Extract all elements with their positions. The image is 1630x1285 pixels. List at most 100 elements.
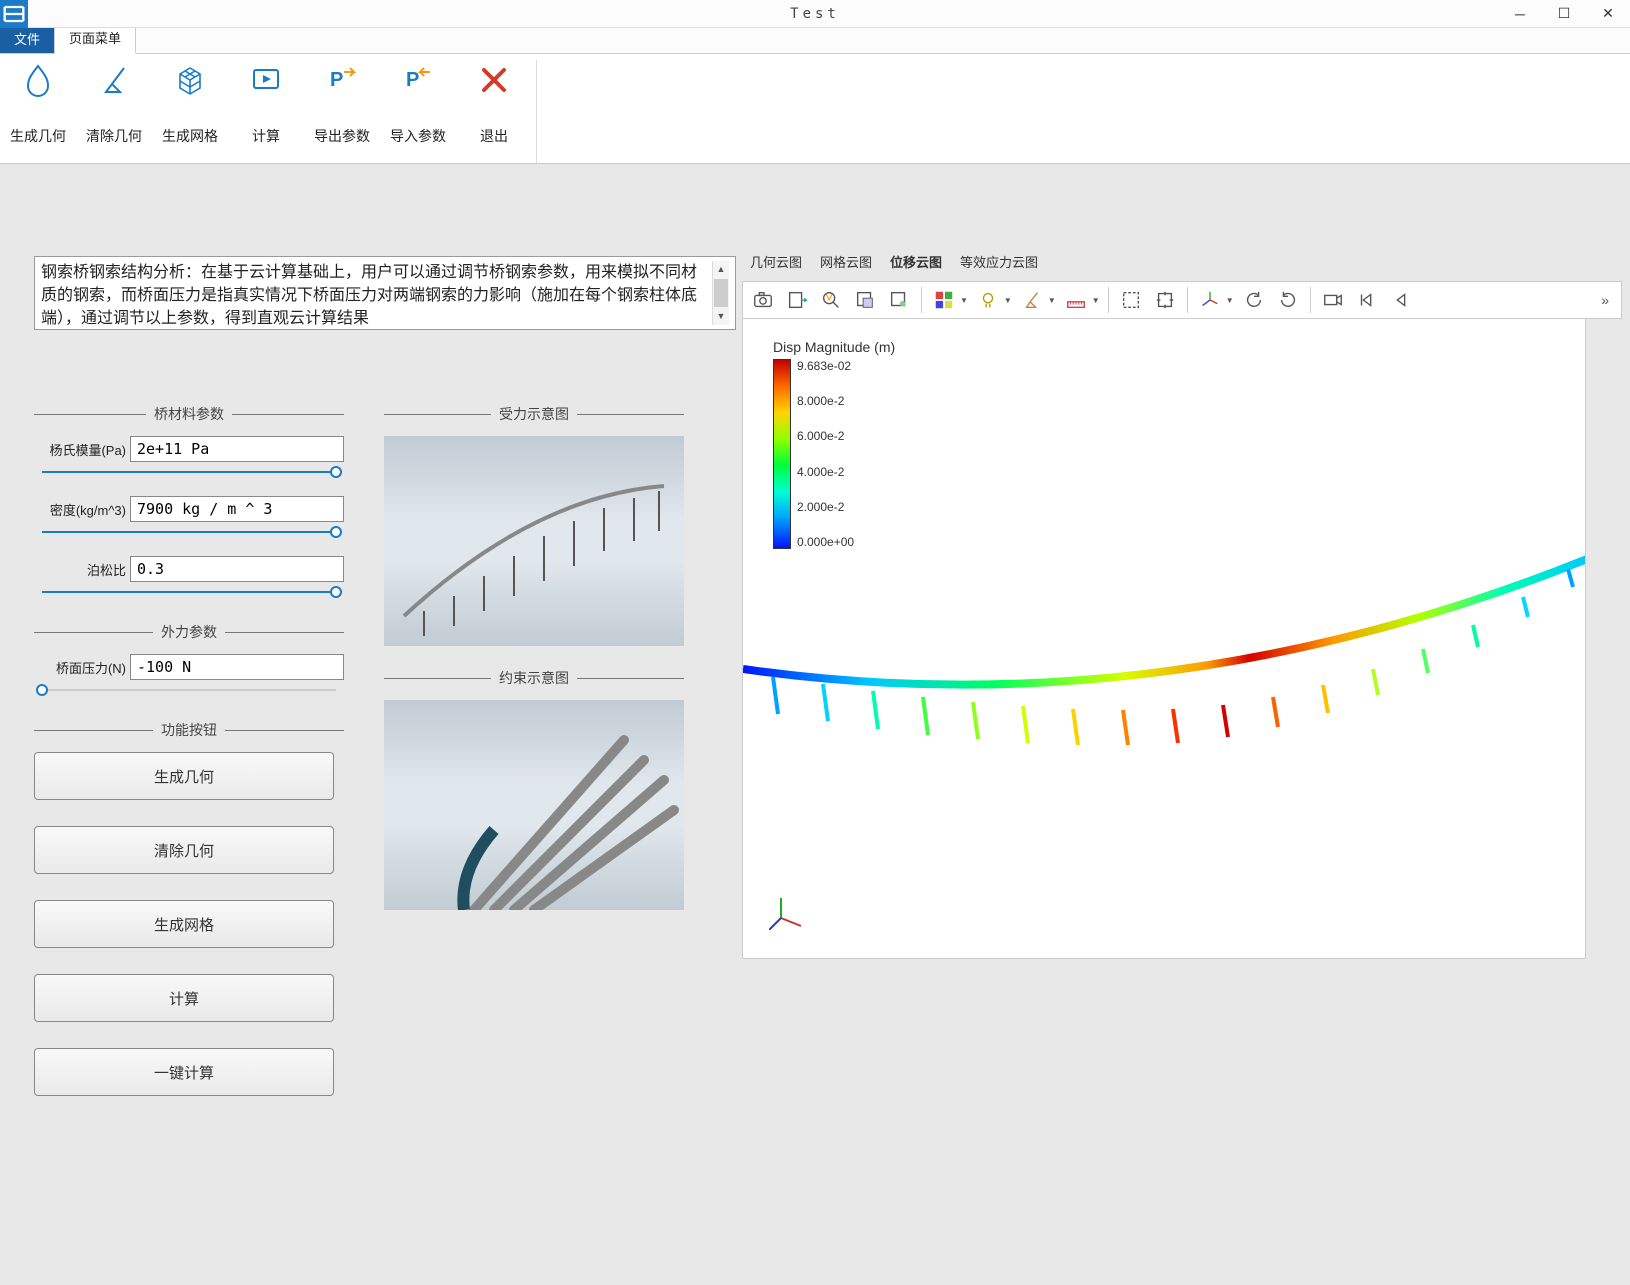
svg-text:P: P [330, 69, 343, 91]
ruler-icon[interactable] [1060, 285, 1092, 315]
dropdown-icon[interactable]: ▼ [1092, 296, 1100, 305]
camera-icon[interactable] [747, 285, 779, 315]
ribbon-gen-mesh-label: 生成网格 [162, 126, 218, 146]
rotate-cw-icon[interactable] [1272, 285, 1304, 315]
scroll-thumb[interactable] [714, 279, 728, 307]
svg-text:P: P [406, 69, 419, 91]
ribbon-exit[interactable]: 退出 [456, 60, 532, 163]
pressure-label: 桥面压力(N) [34, 658, 126, 677]
ribbon-clear-geom-label: 清除几何 [86, 126, 142, 146]
skip-back-icon[interactable] [1351, 285, 1383, 315]
constraint-diagram-title: 约束示意图 [499, 668, 569, 688]
axes-icon[interactable] [1194, 285, 1226, 315]
brush-icon [94, 60, 134, 100]
select-cell-icon[interactable] [849, 285, 881, 315]
description-text: 钢索桥钢索结构分析：在基于云计算基础上，用户可以通过调节桥钢索参数，用来模拟不同… [41, 261, 712, 325]
parameters-panel: 桥材料参数 杨氏模量(Pa) 密度(kg/m^3) [34, 382, 344, 1122]
scroll-down-icon[interactable]: ▼ [713, 308, 729, 325]
toolbar-overflow-icon[interactable]: » [1593, 292, 1617, 308]
ribbon-gen-geom[interactable]: 生成几何 [0, 60, 76, 163]
viz-toolbar: ▼ ▼ ▼ ▼ ▼ » [742, 281, 1622, 319]
viz-tab-stress[interactable]: 等效应力云图 [960, 252, 1038, 275]
calc-button[interactable]: 计算 [34, 974, 334, 1022]
box-select-icon[interactable] [1115, 285, 1147, 315]
toolbar-separator [1108, 287, 1109, 313]
dropdown-icon[interactable]: ▼ [960, 296, 968, 305]
force-params-fieldset: 外力参数 桥面压力(N) [34, 622, 344, 698]
export-icon: P [322, 60, 362, 100]
ribbon-clear-geom[interactable]: 清除几何 [76, 60, 152, 163]
ribbon-import-params-label: 导入参数 [390, 126, 446, 146]
gen-mesh-button[interactable]: 生成网格 [34, 900, 334, 948]
description-box: 钢索桥钢索结构分析：在基于云计算基础上，用户可以通过调节桥钢索参数，用来模拟不同… [34, 256, 736, 330]
density-label: 密度(kg/m^3) [34, 500, 126, 519]
fit-view-icon[interactable] [1149, 285, 1181, 315]
constraint-diagram-preview [384, 700, 684, 910]
density-slider[interactable] [42, 524, 336, 540]
viz-tab-displacement[interactable]: 位移云图 [890, 252, 942, 275]
poisson-slider[interactable] [42, 584, 336, 600]
constraint-diagram-fieldset: 约束示意图 [384, 668, 684, 910]
toolbar-separator [921, 287, 922, 313]
droplet-icon [18, 60, 58, 100]
material-params-title: 桥材料参数 [154, 404, 224, 424]
pressure-input[interactable] [130, 654, 344, 680]
left-panel: 钢索桥钢索结构分析：在基于云计算基础上，用户可以通过调节桥钢索参数，用来模拟不同… [0, 164, 742, 1285]
ribbon-import-params[interactable]: P 导入参数 [380, 60, 456, 163]
one-click-calc-button[interactable]: 一键计算 [34, 1048, 334, 1096]
ribbon-toolbar: 生成几何 清除几何 生成网格 计算 P 导出参数 P 导入参数 退出 [0, 54, 1630, 164]
density-input[interactable] [130, 496, 344, 522]
window-titlebar: Test ─ ☐ ✕ [0, 0, 1630, 28]
menu-tabbar: 文件 页面菜单 [0, 28, 1630, 54]
ribbon-gen-geom-label: 生成几何 [10, 126, 66, 146]
maximize-button[interactable]: ☐ [1542, 0, 1586, 28]
pressure-slider[interactable] [42, 682, 336, 698]
clear-geom-button[interactable]: 清除几何 [34, 826, 334, 874]
visualization-panel: 几何云图 网格云图 位移云图 等效应力云图 ▼ ▼ ▼ ▼ ▼ [742, 164, 1630, 1285]
lighting-icon[interactable] [972, 285, 1004, 315]
viz-tab-mesh[interactable]: 网格云图 [820, 252, 872, 275]
brush-toolbar-icon[interactable] [1016, 285, 1048, 315]
ribbon-export-params[interactable]: P 导出参数 [304, 60, 380, 163]
function-buttons-fieldset: 功能按钮 生成几何 清除几何 生成网格 计算 一键计算 [34, 720, 344, 1096]
select-point-icon[interactable] [883, 285, 915, 315]
material-params-fieldset: 桥材料参数 杨氏模量(Pa) 密度(kg/m^3) [34, 404, 344, 600]
ribbon-exit-label: 退出 [480, 126, 508, 146]
x-icon [474, 60, 514, 100]
play-icon [246, 60, 286, 100]
viz-canvas[interactable]: Disp Magnitude (m) 9.683e-02 8.000e-2 6.… [742, 319, 1586, 959]
youngs-modulus-label: 杨氏模量(Pa) [34, 440, 126, 459]
force-diagram-fieldset: 受力示意图 [384, 404, 684, 646]
save-image-icon[interactable] [781, 285, 813, 315]
orientation-triad-icon [769, 890, 809, 930]
poisson-input[interactable] [130, 556, 344, 582]
import-icon: P [398, 60, 438, 100]
viz-tab-geometry[interactable]: 几何云图 [750, 252, 802, 275]
play-back-icon[interactable] [1385, 285, 1417, 315]
representation-icon[interactable] [928, 285, 960, 315]
ribbon-gen-mesh[interactable]: 生成网格 [152, 60, 228, 163]
ribbon-calc[interactable]: 计算 [228, 60, 304, 163]
youngs-modulus-slider[interactable] [42, 464, 336, 480]
minimize-button[interactable]: ─ [1498, 0, 1542, 28]
tab-file[interactable]: 文件 [0, 24, 55, 53]
force-diagram-preview [384, 436, 684, 646]
app-icon [0, 0, 28, 28]
dropdown-icon[interactable]: ▼ [1048, 296, 1056, 305]
force-params-title: 外力参数 [161, 622, 217, 642]
description-scrollbar[interactable]: ▲ ▼ [712, 261, 729, 325]
window-title: Test [790, 6, 840, 22]
mesh-cube-icon [170, 60, 210, 100]
function-buttons-title: 功能按钮 [161, 720, 217, 740]
viz-tabs: 几何云图 网格云图 位移云图 等效应力云图 [742, 252, 1622, 281]
video-icon[interactable] [1317, 285, 1349, 315]
dropdown-icon[interactable]: ▼ [1004, 296, 1012, 305]
close-button[interactable]: ✕ [1586, 0, 1630, 28]
workspace: 钢索桥钢索结构分析：在基于云计算基础上，用户可以通过调节桥钢索参数，用来模拟不同… [0, 164, 1630, 1285]
gen-geom-button[interactable]: 生成几何 [34, 752, 334, 800]
zoom-auto-icon[interactable] [815, 285, 847, 315]
dropdown-icon[interactable]: ▼ [1226, 296, 1234, 305]
rotate-ccw-icon[interactable] [1238, 285, 1270, 315]
youngs-modulus-input[interactable] [130, 436, 344, 462]
scroll-up-icon[interactable]: ▲ [713, 261, 729, 278]
